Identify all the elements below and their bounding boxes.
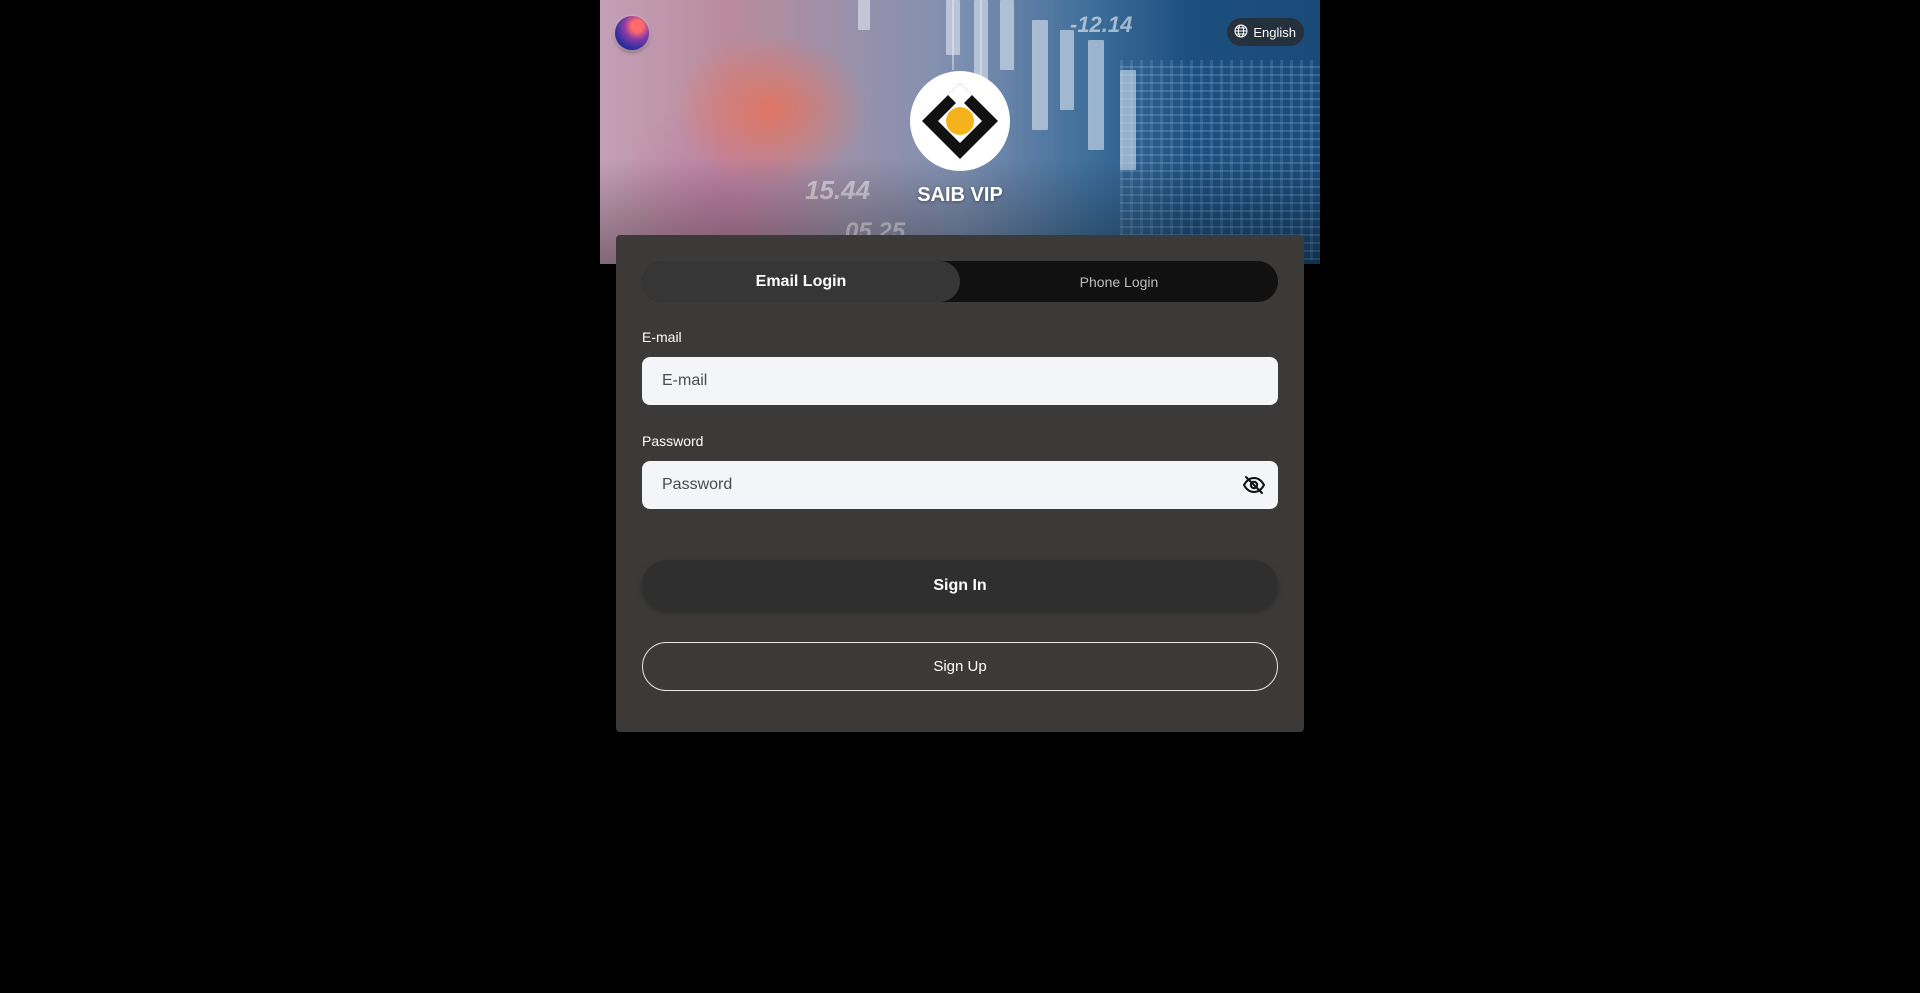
eye-off-icon[interactable] [1242,473,1266,497]
tab-phone-login[interactable]: Phone Login [960,261,1278,302]
language-selector[interactable]: English [1227,18,1304,46]
globe-icon [1233,23,1249,42]
email-input[interactable] [642,357,1278,405]
login-method-tabs: Email Login Phone Login [642,261,1278,302]
email-field-wrapper [642,357,1278,405]
diamond-logo-icon [910,71,1010,171]
tab-email-login[interactable]: Email Login [642,261,960,302]
email-label: E-mail [642,329,682,345]
app-title: SAIB VIP [917,184,1003,206]
sign-in-button[interactable]: Sign In [642,560,1278,611]
orb-icon[interactable] [615,16,649,50]
banner-price-tag: -12.14 [1070,12,1133,37]
login-card: Email Login Phone Login E-mail Password … [616,235,1304,732]
language-label: English [1253,24,1296,40]
password-label: Password [642,433,704,449]
password-field-wrapper [642,461,1278,509]
password-input[interactable] [642,461,1242,509]
login-screen: -12.14 15.44 05.25 English SAIB VIP Emai… [600,0,1320,993]
sign-up-button[interactable]: Sign Up [642,642,1278,691]
